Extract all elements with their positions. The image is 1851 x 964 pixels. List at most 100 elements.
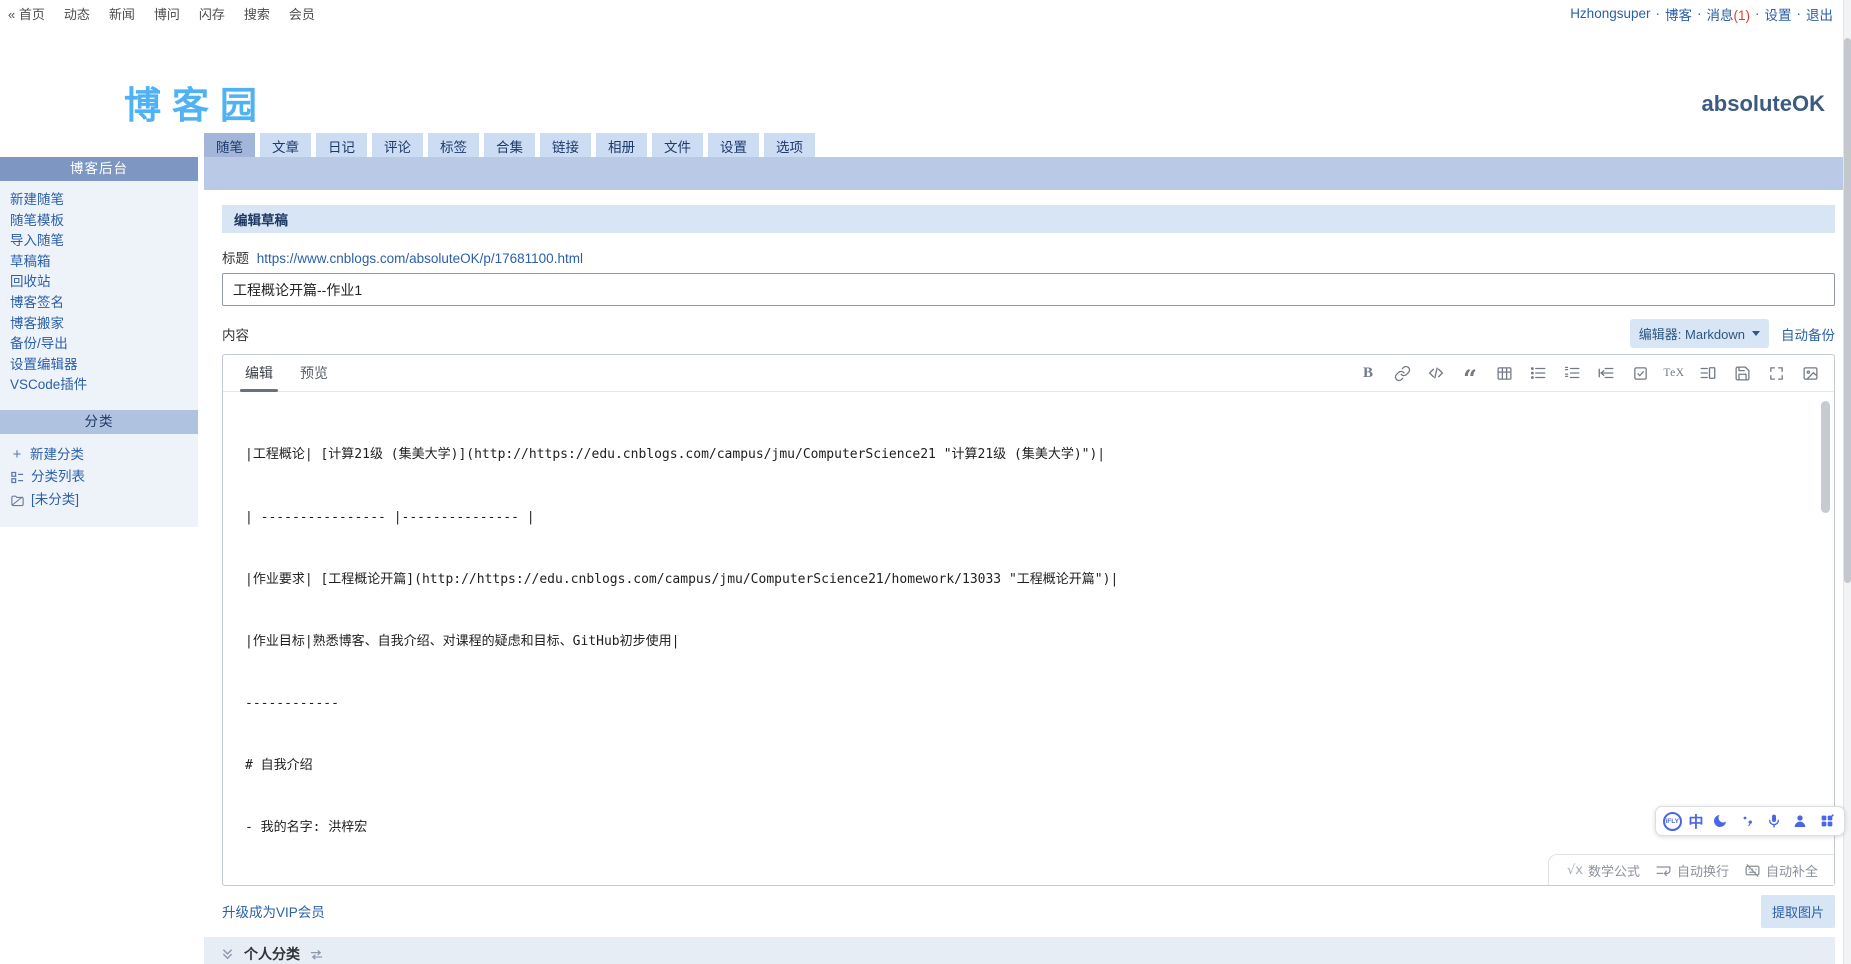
tab-options[interactable]: 选项 xyxy=(764,133,815,157)
post-url-link[interactable]: https://www.cnblogs.com/absoluteOK/p/176… xyxy=(257,251,583,266)
sidebar-item-blog-migration[interactable]: 博客搬家 xyxy=(10,314,198,335)
nav-feed[interactable]: 动态 xyxy=(64,4,90,23)
edit-draft-header: 编辑草稿 xyxy=(222,205,1835,233)
tab-collections[interactable]: 合集 xyxy=(484,133,535,157)
sidebar-category-title: 分类 xyxy=(0,409,198,434)
sidebar-item-vscode-plugin[interactable]: VSCode插件 xyxy=(10,375,198,396)
logout-link[interactable]: 退出 xyxy=(1806,4,1833,24)
messages-link[interactable]: 消息(1) xyxy=(1707,4,1751,24)
sidebar-item-import-post[interactable]: 导入随笔 xyxy=(10,231,198,252)
autocomplete-label: 自动补全 xyxy=(1765,863,1818,879)
top-nav-right: Hzhongsuper · 博客 · 消息(1) · 设置 · 退出 xyxy=(1570,4,1833,24)
word-wrap-toggle[interactable]: 自动换行 xyxy=(1655,861,1729,880)
username-link[interactable]: Hzhongsuper xyxy=(1570,6,1650,21)
auto-backup-link[interactable]: 自动备份 xyxy=(1781,324,1835,344)
sidebar-item-new-post[interactable]: 新建随笔 xyxy=(10,190,198,211)
nav-flash[interactable]: 闪存 xyxy=(199,4,225,23)
editor-toolbar: B “ TeX xyxy=(1356,361,1822,391)
ordered-list-icon[interactable] xyxy=(1560,361,1584,385)
moon-icon[interactable] xyxy=(1710,809,1730,833)
sidebar-item-signature[interactable]: 博客签名 xyxy=(10,293,198,314)
collapse-chevrons-icon[interactable] xyxy=(220,947,235,962)
top-nav-left: « 首页 动态 新闻 博问 闪存 搜索 会员 xyxy=(8,4,315,23)
ifly-logo-icon[interactable]: iFLY xyxy=(1662,811,1682,831)
title-label: 标题 xyxy=(222,251,249,266)
tab-essays[interactable]: 随笔 xyxy=(204,133,255,157)
category-list-icon xyxy=(10,470,25,485)
editor-scrollbar[interactable] xyxy=(1821,401,1830,513)
editor-line: |作业要求| [工程概论开篇](http://https://edu.cnblo… xyxy=(245,571,1119,587)
tab-settings[interactable]: 设置 xyxy=(708,133,759,157)
sidebar-item-new-category[interactable]: + 新建分类 xyxy=(10,444,198,467)
page-scrollbar-thumb[interactable] xyxy=(1844,38,1851,583)
outdent-icon[interactable] xyxy=(1594,361,1618,385)
message-count-badge: (1) xyxy=(1733,7,1751,23)
editor-line: |作业目标|熟悉博客、自我介绍、对课程的疑虑和目标、GitHub初步使用| xyxy=(245,633,680,649)
bold-icon[interactable]: B xyxy=(1356,361,1380,385)
tab-files[interactable]: 文件 xyxy=(652,133,703,157)
tab-comments[interactable]: 评论 xyxy=(372,133,423,157)
vip-upgrade-link[interactable]: 升级成为VIP会员 xyxy=(222,901,325,921)
post-title-input[interactable] xyxy=(222,273,1835,306)
settings-link[interactable]: 设置 xyxy=(1765,4,1792,24)
editor-type-dropdown[interactable]: 编辑器: Markdown xyxy=(1629,319,1769,348)
nav-q-and-a[interactable]: 博问 xyxy=(154,4,180,23)
below-editor-row: 升级成为VIP会员 提取图片 xyxy=(222,895,1835,928)
ime-toolbar: iFLY 中 xyxy=(1655,806,1845,836)
editor-line: # 自我介绍 xyxy=(245,757,313,773)
blog-title: absoluteOK xyxy=(1701,91,1825,116)
editor-tab-preview[interactable]: 预览 xyxy=(300,355,328,392)
wrap-icon xyxy=(1655,862,1672,879)
sidebar-item-backup-export[interactable]: 备份/导出 xyxy=(10,334,198,355)
markdown-editor-panel: 编辑 预览 B “ TeX |工程概论| [计算21级 (集美大学)](http… xyxy=(222,354,1835,886)
blockquote-icon[interactable]: “ xyxy=(1458,361,1482,391)
task-list-icon[interactable] xyxy=(1628,361,1652,385)
word-wrap-label: 自动换行 xyxy=(1676,863,1729,879)
sidebar-item-category-list[interactable]: 分类列表 xyxy=(10,466,198,489)
sidebar-item-uncategorized[interactable]: [未分类] xyxy=(10,489,198,512)
image-icon[interactable] xyxy=(1798,361,1822,385)
content-label: 内容 xyxy=(222,327,249,343)
nav-member[interactable]: 会员 xyxy=(289,4,315,23)
save-icon[interactable] xyxy=(1730,361,1754,385)
separator: · xyxy=(1796,6,1802,21)
keyboard-grid-icon[interactable] xyxy=(1817,809,1837,833)
plus-icon: + xyxy=(12,445,22,463)
table-icon[interactable] xyxy=(1492,361,1516,385)
unordered-list-icon[interactable] xyxy=(1526,361,1550,385)
my-blog-link[interactable]: 博客 xyxy=(1665,4,1692,24)
tab-diary[interactable]: 日记 xyxy=(316,133,367,157)
autocomplete-toggle[interactable]: 自动补全 xyxy=(1744,861,1818,880)
microphone-icon[interactable] xyxy=(1764,809,1784,833)
cnblogs-logo[interactable]: 博客园 xyxy=(124,75,268,129)
outline-panel-icon[interactable] xyxy=(1696,361,1720,385)
editor-footer: √x 数学公式 自动换行 自动补全 xyxy=(1547,854,1834,885)
markdown-editor[interactable]: |工程概论| [计算21级 (集美大学)](http://https://edu… xyxy=(223,393,1820,854)
tab-links[interactable]: 链接 xyxy=(540,133,591,157)
tab-articles[interactable]: 文章 xyxy=(260,133,311,157)
sidebar-item-post-template[interactable]: 随笔模板 xyxy=(10,211,198,232)
main-content: 编辑草稿 标题 https://www.cnblogs.com/absolute… xyxy=(204,190,1843,964)
ime-language-toggle[interactable]: 中 xyxy=(1688,811,1703,832)
tex-formula-icon[interactable]: TeX xyxy=(1662,361,1686,385)
nav-home[interactable]: « 首页 xyxy=(8,4,45,23)
code-icon[interactable] xyxy=(1424,361,1448,385)
nav-news[interactable]: 新闻 xyxy=(109,4,135,23)
tab-albums[interactable]: 相册 xyxy=(596,133,647,157)
sidebar-item-editor-settings[interactable]: 设置编辑器 xyxy=(10,355,198,376)
editor-line: |工程概论| [计算21级 (集美大学)](http://https://edu… xyxy=(245,447,1106,463)
editor-tab-edit[interactable]: 编辑 xyxy=(240,355,278,392)
user-icon[interactable] xyxy=(1790,809,1810,833)
fullscreen-icon[interactable] xyxy=(1764,361,1788,385)
sqrt-icon: √x xyxy=(1566,862,1583,878)
tab-tags[interactable]: 标签 xyxy=(428,133,479,157)
extract-images-button[interactable]: 提取图片 xyxy=(1760,895,1835,928)
punctuation-icon[interactable] xyxy=(1737,809,1757,833)
math-formula-toggle[interactable]: √x 数学公式 xyxy=(1567,861,1640,880)
sort-icon[interactable] xyxy=(309,947,324,962)
nav-search[interactable]: 搜索 xyxy=(244,4,270,23)
masthead: 博客园 absoluteOK xyxy=(0,27,1851,133)
sidebar-item-drafts[interactable]: 草稿箱 xyxy=(10,252,198,273)
sidebar-item-recycle-bin[interactable]: 回收站 xyxy=(10,272,198,293)
link-icon[interactable] xyxy=(1390,361,1414,385)
